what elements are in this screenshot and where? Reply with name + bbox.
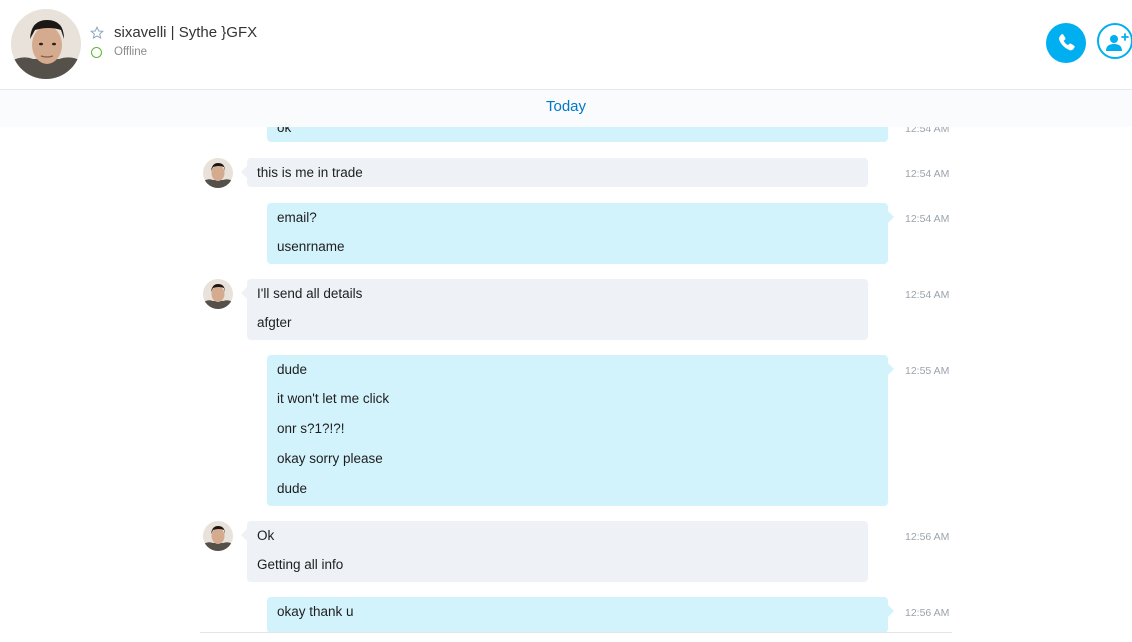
presence-status: Offline xyxy=(114,46,148,58)
date-divider-label: Today xyxy=(545,98,587,115)
contact-avatar[interactable] xyxy=(11,9,81,79)
conversation-header: sixavelli | Sythe }GFX Offline xyxy=(0,0,1132,90)
sender-avatar[interactable] xyxy=(203,521,233,551)
message-bubble-incoming[interactable]: Ok Getting all info xyxy=(241,521,868,582)
message-text: usenrname xyxy=(277,239,345,254)
message-text: okay sorry please xyxy=(277,451,383,466)
message-timestamp: 12:54 AM xyxy=(905,213,950,225)
avatar-photo-icon xyxy=(203,279,233,309)
message-text: dude xyxy=(277,362,308,377)
message-text: I'll send all details xyxy=(257,286,363,301)
message-text: this is me in trade xyxy=(257,165,363,180)
message-text: dude xyxy=(277,481,308,496)
add-person-icon xyxy=(1106,33,1129,51)
phone-icon xyxy=(1058,34,1075,51)
add-participant-button[interactable] xyxy=(1097,23,1132,59)
message-bubble-outgoing[interactable]: email? usenrname xyxy=(267,203,894,264)
message-text: afgter xyxy=(257,315,292,330)
call-button[interactable] xyxy=(1046,23,1086,63)
message-timestamp: 12:56 AM xyxy=(905,607,950,619)
avatar-photo-icon xyxy=(203,158,233,188)
message-text: onr s?1?!?! xyxy=(277,421,345,436)
message-bubble-outgoing[interactable]: dude it won't let me click onr s?1?!?! o… xyxy=(267,355,894,506)
message-list[interactable]: ok 12:54 AM this is me in trade 12:54 AM… xyxy=(0,90,1132,633)
message-bubble-incoming[interactable]: I'll send all details afgter xyxy=(241,279,868,340)
message-text: Getting all info xyxy=(257,557,344,572)
message-bubble-outgoing[interactable]: okay thank u xyxy=(267,597,894,633)
message-text: it won't let me click xyxy=(277,391,390,406)
message-timestamp: 12:54 AM xyxy=(905,168,950,180)
star-icon[interactable] xyxy=(90,26,104,40)
message-timestamp: 12:55 AM xyxy=(905,365,950,377)
message-timestamp: 12:56 AM xyxy=(905,531,950,543)
message-timestamp: 12:54 AM xyxy=(905,289,950,301)
sender-avatar[interactable] xyxy=(203,158,233,188)
presence-ring-icon xyxy=(91,47,102,58)
message-text: Ok xyxy=(257,528,275,543)
avatar-photo-icon xyxy=(11,9,81,79)
message-text: email? xyxy=(277,210,317,225)
avatar-photo-icon xyxy=(203,521,233,551)
sender-avatar[interactable] xyxy=(203,279,233,309)
message-text: okay thank u xyxy=(277,604,354,619)
message-bubble-incoming[interactable]: this is me in trade xyxy=(241,158,868,187)
date-divider: Today xyxy=(0,90,1132,127)
contact-name[interactable]: sixavelli | Sythe }GFX xyxy=(114,24,257,41)
